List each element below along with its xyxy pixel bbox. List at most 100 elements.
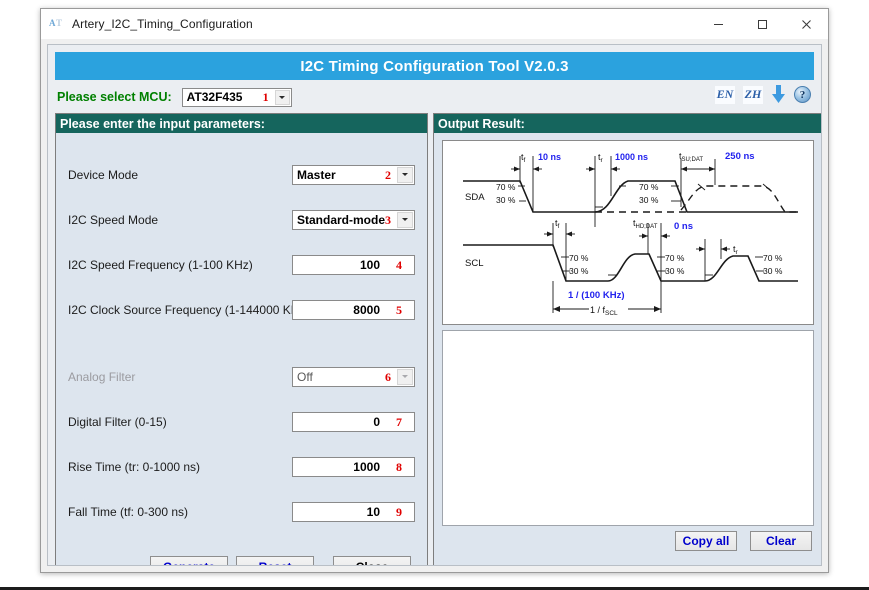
annotation-marker-4: 4: [396, 258, 402, 273]
svg-text:70 %: 70 %: [496, 182, 516, 192]
field-row-fall-time: Fall Time (tf: 0-300 ns) 10 9: [56, 501, 427, 522]
speed-mode-dropdown[interactable]: Standard-mode 3: [292, 210, 415, 230]
hold-time-annotation: 0 ns: [674, 221, 693, 232]
label-fall-time: Fall Time (tf: 0-300 ns): [68, 505, 188, 519]
fall-time-value: 10: [367, 505, 380, 519]
device-mode-dropdown[interactable]: Master 2: [292, 165, 415, 185]
clock-source-frequency-input[interactable]: 8000 5: [292, 300, 415, 320]
control-speed-frequency: 100 4: [292, 255, 415, 275]
setup-time-annotation: 250 ns: [725, 151, 755, 162]
rise-time-input[interactable]: 1000 8: [292, 457, 415, 477]
artery-logo-icon: A T: [49, 17, 65, 31]
label-analog-filter: Analog Filter: [68, 370, 135, 384]
control-rise-time: 1000 8: [292, 457, 415, 477]
svg-text:tf: tf: [555, 218, 560, 230]
control-analog-filter: Off 6: [292, 367, 415, 387]
window-controls: [696, 9, 828, 39]
application-window: A T Artery_I2C_Timing_Configuration I2C …: [40, 8, 829, 573]
language-zh-button[interactable]: ZH: [743, 86, 763, 104]
annotation-marker-7: 7: [396, 415, 402, 430]
control-clock-source-frequency: 8000 5: [292, 300, 415, 320]
field-row-rise-time: Rise Time (tr: 0-1000 ns) 1000 8: [56, 456, 427, 477]
clock-source-frequency-value: 8000: [353, 303, 380, 317]
mcu-select-row: Please select MCU: AT32F435 1: [55, 84, 814, 110]
chevron-down-icon[interactable]: [397, 369, 413, 385]
field-row-analog-filter: Analog Filter Off 6: [56, 366, 427, 387]
fall-time-input[interactable]: 10 9: [292, 502, 415, 522]
svg-text:30 %: 30 %: [569, 266, 589, 276]
field-row-digital-filter: Digital Filter (0-15) 0 7: [56, 411, 427, 432]
label-rise-time: Rise Time (tr: 0-1000 ns): [68, 460, 200, 474]
svg-text:70 %: 70 %: [569, 253, 589, 263]
output-panel-header: Output Result:: [434, 114, 822, 133]
clear-output-button[interactable]: Clear: [750, 531, 812, 551]
svg-text:30 %: 30 %: [639, 195, 659, 205]
svg-text:30 %: 30 %: [763, 266, 783, 276]
annotation-marker-8: 8: [396, 460, 402, 475]
app-banner: I2C Timing Configuration Tool V2.0.3: [55, 52, 814, 80]
chevron-down-icon[interactable]: [397, 212, 413, 228]
close-button[interactable]: [784, 9, 828, 39]
app-frame: I2C Timing Configuration Tool V2.0.3 Ple…: [47, 44, 822, 566]
svg-text:tr: tr: [598, 152, 604, 164]
digital-filter-value: 0: [373, 415, 380, 429]
field-row-speed-mode: I2C Speed Mode Standard-mode 3: [56, 209, 427, 230]
scl-period-annotation: 1 / (100 KHz): [568, 290, 625, 301]
copy-all-button[interactable]: Copy all: [675, 531, 737, 551]
language-en-button[interactable]: EN: [715, 86, 735, 104]
help-circle-icon[interactable]: ?: [794, 86, 811, 103]
mcu-selected-value: AT32F435: [183, 90, 243, 104]
timing-waveform-svg: SDA 70 % 30 % 70 % 30 %: [443, 141, 813, 324]
svg-text:tf: tf: [521, 152, 526, 164]
rise-time-annotation: 1000 ns: [615, 152, 648, 162]
svg-text:70 %: 70 %: [665, 253, 685, 263]
input-parameters-panel: Please enter the input parameters: Devic…: [55, 113, 428, 566]
analog-filter-value: Off: [293, 370, 313, 384]
title-bar: A T Artery_I2C_Timing_Configuration: [41, 9, 828, 39]
analog-filter-dropdown[interactable]: Off 6: [292, 367, 415, 387]
label-digital-filter: Digital Filter (0-15): [68, 415, 167, 429]
app-title: I2C Timing Configuration Tool V2.0.3: [300, 58, 568, 75]
control-fall-time: 10 9: [292, 502, 415, 522]
maximize-button[interactable]: [740, 9, 784, 39]
speed-mode-value: Standard-mode: [293, 213, 385, 227]
svg-text:70 %: 70 %: [639, 182, 659, 192]
scl-signal-label: SCL: [465, 258, 483, 269]
field-row-clock-source-frequency: I2C Clock Source Frequency (1-144000 KHz…: [56, 299, 427, 320]
help-glyph: ?: [800, 89, 806, 101]
svg-text:tSU;DAT: tSU;DAT: [679, 151, 703, 163]
svg-text:tr: tr: [733, 244, 739, 256]
device-mode-value: Master: [293, 168, 336, 182]
label-speed-mode: I2C Speed Mode: [68, 213, 158, 227]
fall-time-annotation: 10 ns: [538, 152, 561, 162]
annotation-marker-3: 3: [385, 213, 391, 228]
speed-frequency-value: 100: [360, 258, 380, 272]
mcu-select-dropdown[interactable]: AT32F435 1: [182, 88, 292, 107]
window-title: Artery_I2C_Timing_Configuration: [72, 17, 253, 31]
output-result-panel: Output Result: SDA 70 %: [433, 113, 822, 566]
input-panel-header: Please enter the input parameters:: [56, 114, 427, 133]
sda-signal-label: SDA: [465, 192, 485, 203]
reset-button[interactable]: Reset: [236, 556, 314, 566]
annotation-marker-6: 6: [385, 370, 391, 385]
digital-filter-input[interactable]: 0 7: [292, 412, 415, 432]
window-client-area: I2C Timing Configuration Tool V2.0.3 Ple…: [41, 39, 828, 572]
label-clock-source-frequency: I2C Clock Source Frequency (1-144000 KHz…: [68, 303, 309, 317]
control-digital-filter: 0 7: [292, 412, 415, 432]
speed-frequency-input[interactable]: 100 4: [292, 255, 415, 275]
rise-time-value: 1000: [353, 460, 380, 474]
chevron-down-icon[interactable]: [275, 90, 290, 105]
download-arrow-icon[interactable]: [771, 85, 786, 104]
control-speed-mode: Standard-mode 3: [292, 210, 415, 230]
svg-text:tHD;DAT: tHD;DAT: [633, 218, 658, 230]
minimize-button[interactable]: [696, 9, 740, 39]
close-dialog-button[interactable]: Close: [333, 556, 411, 566]
output-text-area[interactable]: [442, 330, 814, 526]
svg-text:1 / fSCL: 1 / fSCL: [590, 305, 618, 317]
label-device-mode: Device Mode: [68, 168, 138, 182]
svg-text:30 %: 30 %: [496, 195, 516, 205]
generate-button[interactable]: Generate: [150, 556, 228, 566]
toolbar-icon-group: EN ZH ?: [715, 85, 811, 104]
chevron-down-icon[interactable]: [397, 167, 413, 183]
i2c-timing-diagram: SDA 70 % 30 % 70 % 30 %: [442, 140, 814, 325]
